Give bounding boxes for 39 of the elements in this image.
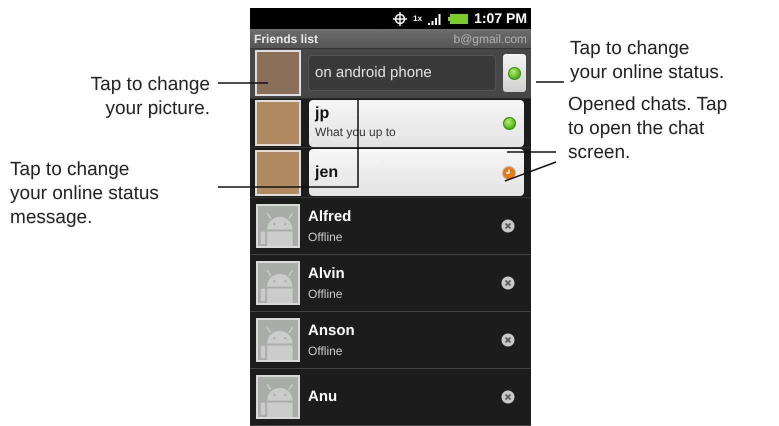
contact-name: Anson <box>308 320 356 341</box>
status-text: Offline <box>308 229 344 246</box>
callout-text: Tap to change your online status message. <box>10 158 160 230</box>
android-avatar-icon <box>256 318 300 362</box>
signal-icon <box>428 12 442 24</box>
status-button[interactable] <box>503 54 526 92</box>
leader-line <box>218 82 268 84</box>
callout-text: Opened chats. Tap to open the chat screen. <box>568 93 728 165</box>
photo-placeholder <box>255 150 301 196</box>
photo-placeholder[interactable] <box>255 50 301 96</box>
leader-line <box>536 81 564 83</box>
android-avatar-icon <box>256 260 300 305</box>
status-text: Offline <box>308 343 344 360</box>
status-text: Offline <box>308 286 344 304</box>
network-type: 1x <box>413 14 422 22</box>
clock-time: 1:07 PM <box>474 9 527 28</box>
gps-crosshair-icon <box>393 12 408 26</box>
title: Friends list <box>254 30 318 48</box>
photo-placeholder <box>255 100 301 146</box>
offline-x-icon <box>501 218 515 233</box>
offline-x-icon <box>501 276 515 290</box>
chat-bubble[interactable]: jen <box>309 149 524 196</box>
account-email: b@gmail.com <box>453 30 527 48</box>
online-status-icon <box>503 116 516 130</box>
offline-x-icon <box>501 390 515 404</box>
callout-text: Tap to change your online status. <box>570 37 726 85</box>
android-avatar-icon <box>256 204 300 248</box>
status-message-field[interactable]: on android phone <box>308 55 496 92</box>
contact-name: jen <box>315 164 340 182</box>
callout-text: Tap to change your picture. <box>90 73 210 121</box>
offline-x-icon <box>501 332 515 347</box>
online-status-icon <box>508 66 521 80</box>
contact-name: Alfred <box>308 206 352 227</box>
battery-icon <box>448 14 468 24</box>
contact-name: Alvin <box>308 264 346 284</box>
clock-icon <box>502 166 516 180</box>
contact-name: Anu <box>308 386 338 407</box>
android-avatar-icon <box>256 374 300 419</box>
contact-name: jp <box>315 105 330 124</box>
